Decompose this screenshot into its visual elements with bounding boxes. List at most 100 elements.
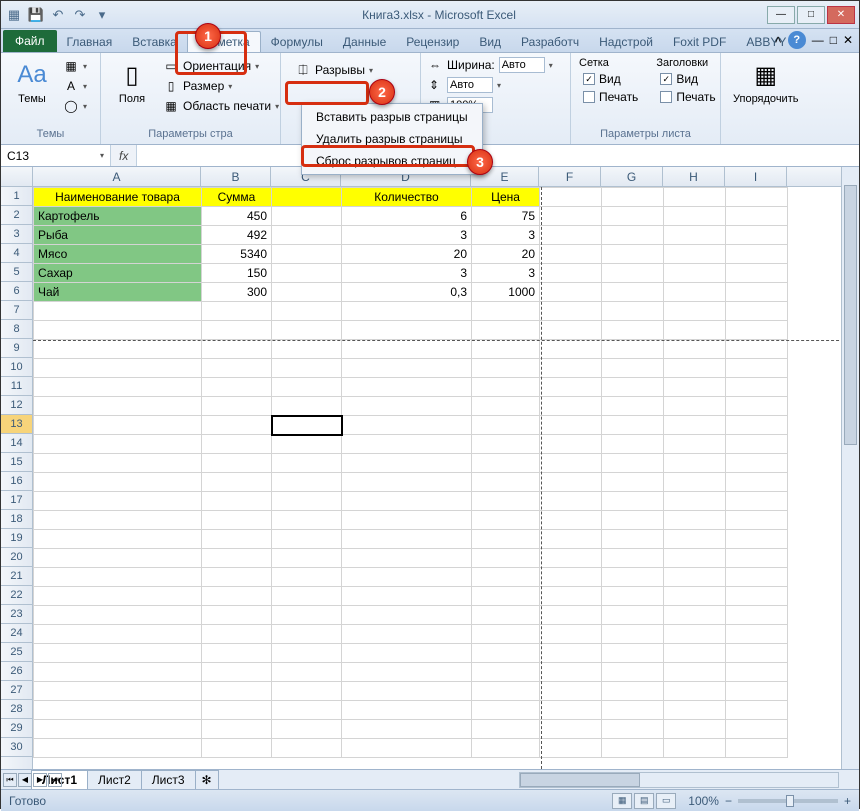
sheet-nav-prev[interactable]: ◀ [18,773,32,787]
cell[interactable] [540,720,602,739]
cell[interactable] [602,739,664,758]
cell[interactable] [664,530,726,549]
cell[interactable] [664,473,726,492]
cell[interactable] [726,682,788,701]
cell[interactable] [602,435,664,454]
cell[interactable] [540,587,602,606]
tab-developer[interactable]: Разработч [511,32,589,52]
row-header-28[interactable]: 28 [1,700,32,719]
cell[interactable] [540,226,602,245]
cell[interactable] [726,492,788,511]
cell[interactable] [202,321,272,340]
cell[interactable] [602,720,664,739]
cell[interactable] [202,359,272,378]
cell[interactable]: 0,3 [342,283,472,302]
cell[interactable] [202,625,272,644]
cell[interactable] [664,359,726,378]
cell[interactable] [726,359,788,378]
cell[interactable] [540,625,602,644]
cell[interactable] [602,568,664,587]
cell[interactable] [272,549,342,568]
row-header-11[interactable]: 11 [1,377,32,396]
cell[interactable] [602,492,664,511]
arrange-button[interactable]: ▦ Упорядочить [729,57,802,107]
cell[interactable] [540,397,602,416]
cell[interactable] [602,378,664,397]
cell[interactable] [540,644,602,663]
cell[interactable] [726,188,788,207]
cell[interactable] [272,321,342,340]
cell[interactable] [664,378,726,397]
cell[interactable] [202,511,272,530]
cell[interactable] [602,416,664,435]
cell[interactable] [540,701,602,720]
zoom-in[interactable]: + [844,794,851,808]
cell[interactable] [342,739,472,758]
cell[interactable] [342,435,472,454]
cell[interactable] [272,739,342,758]
cell[interactable] [202,739,272,758]
cell[interactable] [602,663,664,682]
row-header-17[interactable]: 17 [1,491,32,510]
cell[interactable] [540,340,602,359]
cell[interactable] [664,682,726,701]
cell[interactable] [272,492,342,511]
cell[interactable]: Количество [342,188,472,207]
tab-foxit[interactable]: Foxit PDF [663,32,736,52]
cell[interactable] [726,739,788,758]
row-header-8[interactable]: 8 [1,320,32,339]
cells-area[interactable]: Наименование товараСуммаКоличествоЦенаКа… [33,187,859,769]
horizontal-scrollbar[interactable] [519,772,839,788]
cell[interactable] [540,359,602,378]
row-header-10[interactable]: 10 [1,358,32,377]
zoom-handle[interactable] [786,795,794,807]
cell[interactable] [602,340,664,359]
cell[interactable] [726,606,788,625]
cell[interactable] [34,739,202,758]
cell[interactable]: 492 [202,226,272,245]
col-a[interactable]: A [33,167,201,186]
cell[interactable]: 3 [472,264,540,283]
cell[interactable] [34,549,202,568]
cell[interactable] [726,568,788,587]
cell[interactable] [664,454,726,473]
cell[interactable] [540,530,602,549]
cell[interactable] [540,416,602,435]
cell[interactable] [602,606,664,625]
cell[interactable] [342,625,472,644]
cell[interactable] [472,739,540,758]
cell[interactable]: 450 [202,207,272,226]
cell[interactable] [272,644,342,663]
cell[interactable]: 20 [342,245,472,264]
cell[interactable] [272,473,342,492]
cell[interactable]: Чай [34,283,202,302]
cell[interactable] [726,245,788,264]
view-layout[interactable]: ▤ [634,793,654,809]
cell[interactable] [540,682,602,701]
cell[interactable] [472,492,540,511]
qat-more-icon[interactable]: ▾ [93,6,111,24]
cell[interactable] [342,606,472,625]
grid-view-checkbox[interactable]: ✓Вид [579,71,642,87]
cell[interactable] [664,397,726,416]
cell[interactable] [602,530,664,549]
cell[interactable] [202,701,272,720]
cell[interactable]: 6 [342,207,472,226]
tab-view[interactable]: Вид [469,32,511,52]
cell[interactable] [342,682,472,701]
cell[interactable] [472,359,540,378]
cell[interactable] [602,283,664,302]
cell[interactable] [472,454,540,473]
cell[interactable] [272,283,342,302]
cell[interactable] [540,435,602,454]
col-i[interactable]: I [725,167,787,186]
cell[interactable] [726,226,788,245]
cell[interactable] [664,264,726,283]
cell[interactable]: 300 [202,283,272,302]
cell[interactable] [540,549,602,568]
view-normal[interactable]: ▦ [612,793,632,809]
cell[interactable] [202,568,272,587]
cell[interactable] [34,397,202,416]
cell[interactable] [272,511,342,530]
cell[interactable] [664,568,726,587]
